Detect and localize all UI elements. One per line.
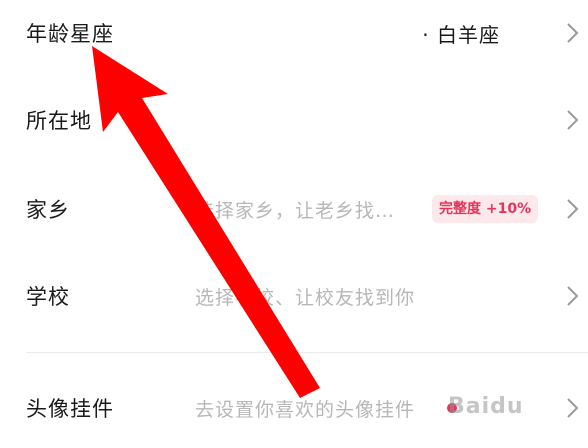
row-hometown[interactable]: 家乡 选择家乡，让老乡找… 完整度 +10% xyxy=(0,169,588,249)
row-age-zodiac[interactable]: 年龄星座 · 白羊座 xyxy=(0,0,588,73)
row-label: 年龄星座 xyxy=(26,22,114,46)
row-location[interactable]: 所在地 xyxy=(0,80,588,160)
profile-settings-list: 年龄星座 · 白羊座 所在地 家乡 选择家乡，让老乡找… 完整度 +10% 学校… xyxy=(0,0,588,446)
row-hint: 选择家乡，让老乡找… xyxy=(195,199,396,222)
completion-badge: 完整度 +10% xyxy=(432,195,539,223)
row-school[interactable]: 学校 选择学校、让校友找到你 xyxy=(0,256,588,336)
row-label: 头像挂件 xyxy=(26,397,114,421)
chevron-right-icon xyxy=(567,23,579,43)
row-hint: 选择学校、让校友找到你 xyxy=(195,286,416,309)
row-label: 学校 xyxy=(26,285,70,309)
chevron-right-icon xyxy=(567,110,579,130)
watermark: Baidu xyxy=(448,394,524,419)
row-hint: 去设置你喜欢的头像挂件 xyxy=(195,398,416,421)
row-label: 家乡 xyxy=(26,198,70,222)
chevron-right-icon xyxy=(567,199,579,219)
chevron-right-icon xyxy=(567,286,579,306)
chevron-right-icon xyxy=(567,398,579,418)
row-value: · 白羊座 xyxy=(422,22,500,47)
row-label: 所在地 xyxy=(26,109,92,133)
section-divider xyxy=(26,352,588,353)
